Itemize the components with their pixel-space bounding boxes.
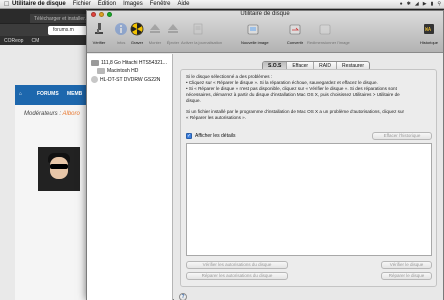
- log-toolbar-button[interactable]: WA Historique: [417, 22, 441, 45]
- home-icon[interactable]: ⌂: [19, 91, 22, 97]
- toolbar: Utilitaire de disque Vérifier Infos Grav…: [87, 11, 443, 53]
- microscope-icon: [95, 23, 103, 34]
- bluetooth-icon[interactable]: ✱: [407, 1, 411, 7]
- info-line: Si le disque sélectionné a des problèmes…: [186, 74, 273, 79]
- bookmark-item[interactable]: COReop: [4, 38, 23, 44]
- info-line: « Réparer les autorisations ».: [186, 115, 247, 120]
- show-details-checkbox[interactable]: ✓: [186, 133, 192, 139]
- convert-icon: [289, 24, 301, 35]
- convert-toolbar-button[interactable]: Convertir: [283, 22, 307, 45]
- info-line: • Cliquez sur « Réparer le disque ». Si …: [186, 80, 378, 85]
- disk-item-hitachi[interactable]: 111,8 Go Hitachi HTS54321...: [91, 60, 167, 66]
- new-image-toolbar-button[interactable]: Nouvelle image: [241, 22, 269, 45]
- menu-app-name[interactable]: Utilitaire de disque: [12, 1, 66, 7]
- menu-fenetre[interactable]: Fenêtre: [150, 1, 171, 7]
- disk-utility-window: Utilitaire de disque Vérifier Infos Grav…: [86, 10, 444, 300]
- toolbar-label: Activer la journalisation: [181, 40, 223, 45]
- apple-icon[interactable]: : [4, 1, 12, 8]
- verify-permissions-button[interactable]: Vérifier les autorisations du disque: [186, 261, 288, 269]
- info-line: nécessaires, démarrez à partir du disque…: [186, 92, 400, 97]
- mount-icon: [150, 24, 160, 33]
- nav-forums[interactable]: FORUMS: [37, 91, 59, 97]
- burn-icon: [130, 22, 144, 36]
- disk-label: Macintosh HD: [107, 68, 139, 74]
- disk-sidebar: 111,8 Go Hitachi HTS54321... Macintosh H…: [87, 54, 173, 300]
- resize-icon: [319, 24, 331, 35]
- resize-image-toolbar-button[interactable]: Redimensionner l'image: [307, 22, 350, 45]
- info-line: • Si « Réparer le disque » n'est pas dis…: [186, 86, 397, 91]
- bookmark-item[interactable]: CM: [31, 38, 39, 44]
- window-title: Utilitaire de disque: [240, 11, 290, 17]
- wifi-icon[interactable]: ◢: [415, 1, 419, 7]
- svg-text:WA: WA: [425, 27, 431, 33]
- moderator-link[interactable]: Alboro: [62, 111, 79, 117]
- info-line: disque.: [186, 98, 201, 103]
- moderators-label: Modérateurs :: [24, 111, 62, 117]
- toolbar-label: Redimensionner l'image: [307, 40, 350, 45]
- first-aid-panel: Si le disque sélectionné a des problèmes…: [180, 69, 437, 287]
- status-icon[interactable]: ●: [400, 1, 403, 7]
- new-image-icon: [247, 24, 259, 35]
- toolbar-label: Historique: [419, 40, 438, 45]
- toolbar-label: Convertir: [286, 40, 304, 45]
- verify-toolbar-button[interactable]: Vérifier: [87, 22, 111, 45]
- info-line: Si un fichier installé par le programme …: [186, 109, 405, 114]
- help-button[interactable]: ?: [179, 293, 187, 300]
- close-button[interactable]: [91, 12, 96, 17]
- nav-members[interactable]: MEMB: [67, 91, 82, 97]
- disk-label: HL-DT-ST DVDRW GS22N: [100, 76, 161, 83]
- menu-bar:  Utilitaire de disque Fichier Édition I…: [0, 0, 444, 9]
- verify-disk-button[interactable]: Vérifier le disque: [381, 261, 432, 269]
- disk-item-macintosh-hd[interactable]: Macintosh HD: [97, 68, 138, 74]
- optical-drive-icon: [91, 76, 98, 83]
- volume-icon[interactable]: ▶: [423, 1, 427, 7]
- menu-extras: ● ✱ ◢ ▶ ▮ ⚲: [396, 1, 444, 7]
- window-controls: [91, 12, 115, 17]
- spotlight-icon[interactable]: ⚲: [437, 1, 441, 7]
- menu-edition[interactable]: Édition: [98, 1, 116, 7]
- journaling-toolbar-button[interactable]: Activer la journalisation: [181, 22, 223, 45]
- show-details-label: Afficher les détails: [195, 133, 236, 139]
- toolbar-label: Vérifier: [92, 40, 106, 45]
- battery-icon[interactable]: ▮: [431, 1, 434, 7]
- zoom-button[interactable]: [107, 12, 112, 17]
- clear-history-button[interactable]: Effacer l'historique: [372, 132, 432, 140]
- show-details-row: ✓ Afficher les détails: [186, 133, 235, 139]
- menu-fichier[interactable]: Fichier: [73, 1, 91, 7]
- volume-icon: [97, 68, 105, 74]
- disk-label: 111,8 Go Hitachi HTS54321...: [101, 60, 167, 66]
- avatar: [38, 147, 80, 191]
- details-log[interactable]: [186, 143, 432, 256]
- menu-images[interactable]: Images: [123, 1, 143, 7]
- repair-disk-button[interactable]: Réparer le disque: [381, 272, 432, 280]
- journal-icon: [193, 23, 203, 35]
- main-panel: S.O.S Effacer RAID Restaurer Si le disqu…: [174, 54, 443, 300]
- eject-icon: [168, 24, 178, 33]
- minimize-button[interactable]: [99, 12, 104, 17]
- hard-disk-icon: [91, 60, 99, 66]
- menu-aide[interactable]: Aide: [177, 1, 189, 7]
- log-icon: WA: [424, 24, 434, 34]
- disk-item-dvd[interactable]: HL-DT-ST DVDRW GS22N: [91, 76, 160, 83]
- moderators-line: Modérateurs : Alboro: [24, 111, 80, 117]
- toolbar-label: Nouvelle image: [241, 40, 269, 45]
- repair-permissions-button[interactable]: Réparer les autorisations du disque: [186, 272, 288, 280]
